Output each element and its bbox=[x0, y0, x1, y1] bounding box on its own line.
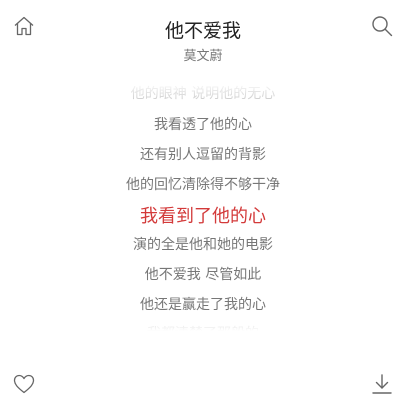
lyric-line: 还有别人逗留的背影 bbox=[140, 147, 266, 163]
lyric-line: 我都清楚了那般的 bbox=[0, 323, 406, 331]
song-title: 他不爱我 bbox=[164, 20, 241, 42]
lyric-line: 他还是赢走了我的心 bbox=[140, 297, 266, 313]
song-artist: 莫文蔚 bbox=[183, 49, 223, 64]
lyric-line: 他不爱我 尽管如此 bbox=[144, 267, 262, 283]
like-button[interactable] bbox=[12, 372, 36, 396]
download-button[interactable] bbox=[370, 372, 394, 396]
lyric-line: 他的眼神 说明他的无心 bbox=[130, 86, 276, 102]
download-icon bbox=[372, 374, 392, 394]
heart-icon bbox=[13, 374, 35, 394]
lyric-line-active: 我看到了他的心 bbox=[140, 206, 266, 227]
search-button[interactable] bbox=[370, 14, 394, 38]
search-icon bbox=[372, 16, 393, 37]
lyric-line: 演的全是他和她的电影 bbox=[133, 237, 273, 253]
lyric-line: 他的回忆清除得不够干净 bbox=[126, 177, 280, 193]
lyric-line: 我看透了他的心 bbox=[154, 117, 252, 133]
lyrics-panel[interactable]: 他的眼神 说明他的无心 我看透了他的心 还有别人逗留的背影 他的回忆清除得不够干… bbox=[0, 79, 406, 331]
